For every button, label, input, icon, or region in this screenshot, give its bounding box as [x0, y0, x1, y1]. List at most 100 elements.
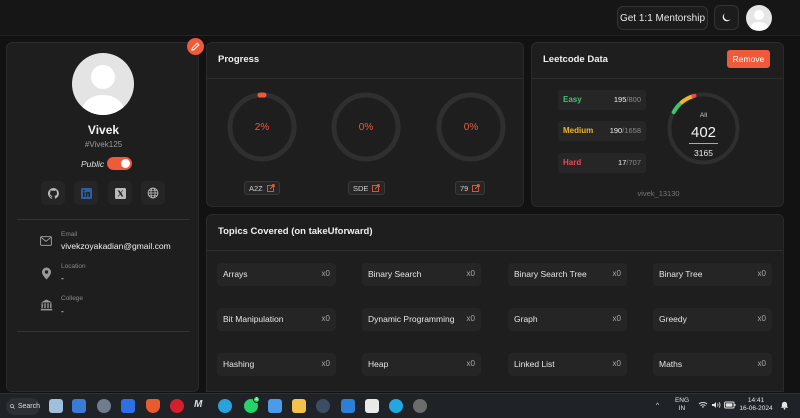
- topic-binary-tree[interactable]: Binary Tree x0: [653, 263, 772, 286]
- fraction-line: [689, 143, 718, 144]
- mentorship-button[interactable]: Get 1:1 Mentorship: [617, 6, 708, 30]
- taskbar-search[interactable]: Search: [6, 398, 40, 415]
- leetcode-divider: [532, 78, 783, 79]
- topic-arrays[interactable]: Arrays x0: [217, 263, 336, 286]
- progress-link-79[interactable]: 79: [455, 181, 486, 195]
- app-icon-blue[interactable]: [121, 399, 135, 413]
- windows-taskbar: Search M 4 ^ ENG IN 14:41 16-06-2024: [0, 393, 800, 418]
- folder-icon[interactable]: [292, 399, 306, 413]
- leetcode-medium-row: Medium 190/1658: [558, 121, 646, 141]
- topic-dynamic-programming[interactable]: Dynamic Programming x0: [362, 308, 481, 331]
- topic-binary-search-tree[interactable]: Binary Search Tree x0: [508, 263, 627, 286]
- public-toggle[interactable]: [107, 157, 132, 170]
- topics-title: Topics Covered (on takeUforward): [218, 226, 373, 237]
- volume-icon[interactable]: [711, 401, 721, 412]
- profile-card: Vivek #Vivek125 Public Email vivekzoyaka…: [6, 42, 199, 392]
- leetcode-hard-row: Hard 17/707: [558, 153, 646, 173]
- leetcode-title: Leetcode Data: [543, 54, 608, 65]
- app-icon-gear[interactable]: [413, 399, 427, 413]
- progress-label-sde: SDE: [353, 183, 369, 193]
- profile-divider-bottom: [17, 331, 190, 332]
- mail-icon: [37, 232, 55, 250]
- search-icon: [10, 404, 15, 409]
- location-label: Location: [61, 263, 86, 270]
- app-icon[interactable]: [97, 399, 111, 413]
- profile-avatar: [72, 53, 134, 115]
- github-link[interactable]: [41, 181, 65, 205]
- x-twitter-link[interactable]: [108, 181, 132, 205]
- topic-maths[interactable]: Maths x0: [653, 353, 772, 376]
- external-edit-icon: [266, 184, 275, 192]
- location-pin-icon: [37, 264, 55, 282]
- linkedin-link[interactable]: [74, 181, 98, 205]
- app-icon-dial[interactable]: [316, 399, 330, 413]
- progress-link-sde[interactable]: SDE: [348, 181, 386, 195]
- wifi-icon[interactable]: [698, 401, 708, 412]
- progress-divider: [207, 78, 523, 79]
- profile-divider: [17, 219, 190, 220]
- globe-icon: [147, 187, 159, 199]
- medium-label: Medium: [563, 126, 594, 135]
- college-icon: [37, 296, 55, 314]
- email-value: vivekzoyakadian@gmail.com: [61, 241, 171, 251]
- moon-icon: [722, 13, 731, 22]
- telegram-icon[interactable]: [218, 399, 232, 413]
- clock[interactable]: 14:41 16-06-2024: [738, 397, 774, 413]
- medium-count: 190/1658: [609, 126, 641, 135]
- vscode-icon[interactable]: [341, 399, 355, 413]
- progress-title: Progress: [218, 54, 260, 65]
- whatsapp-badge: 4: [253, 396, 260, 403]
- website-link[interactable]: [141, 181, 165, 205]
- leetcode-easy-row: Easy 195/800: [558, 90, 646, 110]
- remove-leetcode-button[interactable]: Remove: [727, 50, 770, 68]
- hard-label: Hard: [563, 158, 582, 167]
- progress-percent-79: 0%: [463, 121, 479, 133]
- college-label: College: [61, 295, 84, 302]
- notification-bell-icon[interactable]: [780, 401, 789, 413]
- progress-link-a2z[interactable]: A2Z: [244, 181, 280, 195]
- topic-linked-list[interactable]: Linked List x0: [508, 353, 627, 376]
- app-icon-m[interactable]: M: [194, 399, 208, 413]
- college-value: -: [61, 306, 64, 316]
- all-label: All: [699, 112, 708, 119]
- easy-count: 195/800: [613, 95, 641, 104]
- opera-browser-icon[interactable]: [170, 399, 184, 413]
- tray-chevron-icon[interactable]: ^: [656, 402, 659, 410]
- leetcode-card: Leetcode Data Remove Easy 195/800 Medium…: [531, 42, 784, 207]
- external-edit-icon: [372, 184, 381, 192]
- location-value: -: [61, 273, 64, 283]
- edge-browser-icon[interactable]: [389, 399, 403, 413]
- topic-binary-search[interactable]: Binary Search x0: [362, 263, 481, 286]
- language-indicator[interactable]: ENG IN: [673, 397, 691, 413]
- file-manager-icon[interactable]: [49, 399, 63, 413]
- progress-label-a2z: A2Z: [249, 183, 263, 193]
- topic-bit-manipulation[interactable]: Bit Manipulation x0: [217, 308, 336, 331]
- progress-percent-sde: 0%: [358, 121, 374, 133]
- notes-app-icon[interactable]: [268, 399, 282, 413]
- email-label: Email: [61, 231, 78, 238]
- topic-greedy[interactable]: Greedy x0: [653, 308, 772, 331]
- total-solved: 402: [690, 124, 717, 141]
- total-questions: 3165: [694, 148, 713, 158]
- leetcode-username: vivek_13130: [637, 189, 680, 198]
- user-avatar-icon[interactable]: [746, 5, 772, 31]
- topic-graph[interactable]: Graph x0: [508, 308, 627, 331]
- x-twitter-icon: [114, 187, 126, 199]
- taskview-icon[interactable]: [72, 399, 86, 413]
- topics-card: Topics Covered (on takeUforward) Arrays x…: [206, 214, 784, 392]
- topics-divider: [207, 250, 783, 251]
- user-silhouette-icon: [80, 65, 126, 115]
- topic-hashing[interactable]: Hashing x0: [217, 353, 336, 376]
- github-icon: [47, 187, 59, 199]
- theme-toggle-button[interactable]: [714, 5, 739, 30]
- linkedin-icon: [80, 187, 92, 199]
- search-label: Search: [17, 403, 40, 410]
- notion-icon[interactable]: [365, 399, 379, 413]
- brave-browser-icon[interactable]: [146, 399, 160, 413]
- progress-card: Progress 2% A2Z 0% SDE 0% 79: [206, 42, 524, 207]
- battery-icon[interactable]: [724, 401, 736, 412]
- profile-handle: #Vivek125: [84, 140, 123, 149]
- edit-profile-button[interactable]: [187, 38, 204, 55]
- progress-label-79: 79: [460, 183, 469, 193]
- topic-heap[interactable]: Heap x0: [362, 353, 481, 376]
